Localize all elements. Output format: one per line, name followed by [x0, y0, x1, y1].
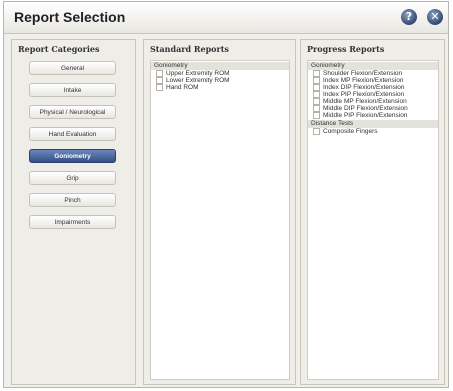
report-item-label: Lower Extremity ROM [166, 77, 230, 84]
close-icon[interactable]: ✕ [427, 9, 443, 25]
progress-reports-list[interactable]: Goniometry Shoulder Flexion/Extension In… [307, 60, 439, 380]
report-item[interactable]: Lower Extremity ROM [151, 77, 289, 84]
list-group-header: Distance Tests [308, 120, 438, 128]
report-item-label: Composite Fingers [323, 128, 378, 135]
checkbox[interactable] [313, 77, 320, 84]
report-item-label: Index MP Flexion/Extension [323, 77, 404, 84]
checkbox[interactable] [313, 112, 320, 119]
progress-reports-panel: Progress Reports Goniometry Shoulder Fle… [300, 39, 445, 385]
report-item-label: Middle MP Flexion/Extension [323, 98, 407, 105]
checkbox[interactable] [313, 84, 320, 91]
category-goniometry-button[interactable]: Goniometry [29, 149, 116, 163]
report-item[interactable]: Index MP Flexion/Extension [308, 77, 438, 84]
window-title: Report Selection [14, 9, 126, 25]
report-item-label: Shoulder Flexion/Extension [323, 70, 403, 77]
category-intake-button[interactable]: Intake [29, 83, 116, 97]
checkbox[interactable] [313, 98, 320, 105]
checkbox[interactable] [156, 77, 163, 84]
checkbox[interactable] [313, 91, 320, 98]
report-selection-window: Report Selection ? ✕ Report Categories G… [3, 1, 449, 388]
help-icon[interactable]: ? [401, 9, 417, 25]
report-item[interactable]: Upper Extremity ROM [151, 70, 289, 77]
checkbox[interactable] [156, 84, 163, 91]
category-grip-button[interactable]: Grip [29, 171, 116, 185]
standard-reports-list[interactable]: Goniometry Upper Extremity ROM Lower Ext… [150, 60, 290, 380]
report-item-label: Hand ROM [166, 84, 199, 91]
report-item[interactable]: Index PIP Flexion/Extension [308, 91, 438, 98]
progress-reports-heading: Progress Reports [307, 44, 385, 54]
report-item[interactable]: Middle PIP Flexion/Extension [308, 112, 438, 119]
report-item[interactable]: Shoulder Flexion/Extension [308, 70, 438, 77]
report-item-label: Middle DIP Flexion/Extension [323, 105, 408, 112]
category-general-button[interactable]: General [29, 61, 116, 75]
report-categories-heading: Report Categories [18, 44, 100, 54]
category-hand-evaluation-button[interactable]: Hand Evaluation [29, 127, 116, 141]
report-item[interactable]: Composite Fingers [308, 128, 438, 135]
category-physical-neurological-button[interactable]: Physical / Neurological [29, 105, 116, 119]
category-pinch-button[interactable]: Pinch [29, 193, 116, 207]
report-item[interactable]: Middle DIP Flexion/Extension [308, 105, 438, 112]
list-group-header: Goniometry [308, 62, 438, 70]
checkbox[interactable] [156, 70, 163, 77]
report-item[interactable]: Middle MP Flexion/Extension [308, 98, 438, 105]
report-item-label: Upper Extremity ROM [166, 70, 230, 77]
title-bar: Report Selection ? ✕ [4, 2, 448, 34]
report-item[interactable]: Index DIP Flexion/Extension [308, 84, 438, 91]
report-item-label: Middle PIP Flexion/Extension [323, 112, 408, 119]
list-group-header: Goniometry [151, 62, 289, 70]
standard-reports-heading: Standard Reports [150, 44, 229, 54]
checkbox[interactable] [313, 128, 320, 135]
checkbox[interactable] [313, 70, 320, 77]
checkbox[interactable] [313, 105, 320, 112]
report-item[interactable]: Hand ROM [151, 84, 289, 91]
report-item-label: Index PIP Flexion/Extension [323, 91, 405, 98]
report-item-label: Index DIP Flexion/Extension [323, 84, 405, 91]
standard-reports-panel: Standard Reports Goniometry Upper Extrem… [143, 39, 296, 385]
category-impairments-button[interactable]: Impairments [29, 215, 116, 229]
report-categories-panel: Report Categories General Intake Physica… [11, 39, 136, 385]
